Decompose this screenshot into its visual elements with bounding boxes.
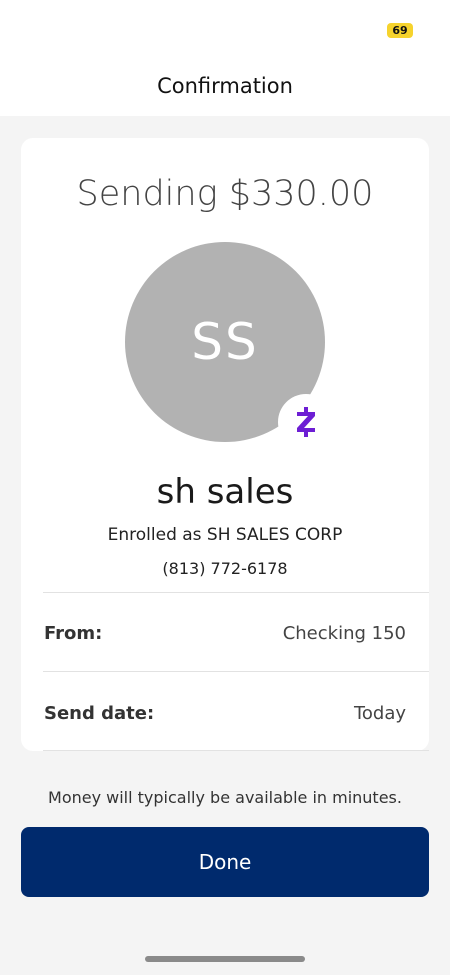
divider bbox=[43, 592, 429, 593]
divider bbox=[43, 671, 429, 672]
recipient-name: sh sales bbox=[156, 472, 294, 512]
status-bar: 69 bbox=[0, 0, 450, 54]
send-date-label: Send date: bbox=[44, 703, 155, 724]
page-header: Confirmation bbox=[0, 54, 450, 116]
divider bbox=[43, 750, 429, 751]
done-button[interactable]: Done bbox=[21, 827, 429, 897]
from-label: From: bbox=[44, 623, 103, 644]
enrolled-as-text: Enrolled as SH SALES CORP bbox=[107, 525, 343, 545]
sending-amount: Sending $330.00 bbox=[76, 174, 374, 214]
zelle-badge bbox=[278, 394, 334, 450]
page-title: Confirmation bbox=[157, 74, 293, 98]
home-indicator[interactable] bbox=[145, 956, 305, 962]
recipient-phone: (813) 772-6178 bbox=[162, 559, 288, 578]
send-date-value: Today bbox=[353, 703, 406, 724]
battery-level-badge: 69 bbox=[387, 23, 413, 38]
zelle-icon bbox=[297, 407, 315, 437]
availability-note: Money will typically be available in min… bbox=[48, 788, 402, 807]
from-account-value: Checking 150 bbox=[282, 623, 406, 644]
confirmation-card: Sending $330.00 SS sh sales Enrolled as … bbox=[21, 138, 429, 751]
